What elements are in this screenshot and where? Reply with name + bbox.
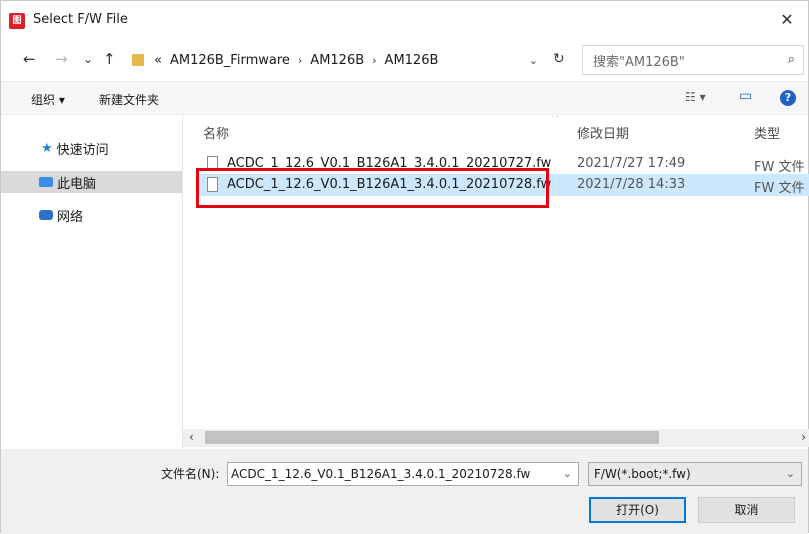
file-type-dropdown-icon[interactable]: ⌄ xyxy=(786,463,795,485)
sidebar-item-network[interactable]: 网络 xyxy=(1,204,182,226)
filename-input[interactable]: ACDC_1_12.6_V0.1_B126A1_3.4.0.1_20210728… xyxy=(227,462,579,486)
sidebar-item-quick-access[interactable]: ★ 快速访问 xyxy=(1,137,182,159)
preview-pane-icon[interactable]: ▭ xyxy=(739,88,752,104)
computer-icon xyxy=(39,177,53,187)
view-options-icon[interactable]: ☷ ▾ xyxy=(685,90,706,104)
breadcrumb-item[interactable]: AM126B xyxy=(310,53,364,68)
file-dialog: 图 Select F/W File ✕ ← → ⌄ ↑ « AM126B_Fir… xyxy=(0,0,809,534)
back-arrow-icon[interactable]: ← xyxy=(23,50,36,68)
search-placeholder: 搜索"AM126B" xyxy=(593,54,685,70)
sidebar-item-label: 网络 xyxy=(57,209,84,225)
folder-icon xyxy=(132,54,144,66)
sidebar-item-this-pc[interactable]: 此电脑 xyxy=(1,171,182,193)
file-date: 2021/7/28 14:33 xyxy=(577,177,686,192)
organize-button[interactable]: 组织 ▾ xyxy=(31,91,65,108)
file-type-select[interactable]: F/W(*.boot;*.fw) ⌄ xyxy=(588,462,802,486)
column-header-name[interactable]: 名称 xyxy=(203,123,229,142)
recent-locations-chevron-icon[interactable]: ⌄ xyxy=(83,52,93,66)
column-header-date[interactable]: 修改日期 xyxy=(577,123,629,142)
horizontal-scrollbar[interactable]: ‹ › xyxy=(183,429,809,447)
filename-dropdown-icon[interactable]: ⌄ xyxy=(563,463,572,485)
file-date: 2021/7/27 17:49 xyxy=(577,156,686,171)
breadcrumb-item[interactable]: AM126B xyxy=(385,53,439,68)
filename-label: 文件名(N): xyxy=(161,467,220,481)
scrollbar-thumb[interactable] xyxy=(205,431,659,444)
scroll-right-icon[interactable]: › xyxy=(801,430,806,444)
breadcrumb-separator[interactable]: › xyxy=(372,54,376,67)
breadcrumb: « AM126B_Firmware › AM126B › AM126B xyxy=(154,53,438,68)
file-type: FW 文件 xyxy=(754,160,805,175)
refresh-icon[interactable]: ↻ xyxy=(553,51,565,67)
sidebar-item-label: 快速访问 xyxy=(56,142,109,158)
window-title: Select F/W File xyxy=(33,12,128,27)
up-arrow-icon[interactable]: ↑ xyxy=(103,50,116,68)
breadcrumb-overflow[interactable]: « xyxy=(154,53,162,68)
dialog-footer: 文件名(N): ACDC_1_12.6_V0.1_B126A1_3.4.0.1_… xyxy=(1,449,808,534)
open-button[interactable]: 打开(O) xyxy=(589,497,686,523)
scroll-left-icon[interactable]: ‹ xyxy=(189,430,194,444)
address-dropdown-icon[interactable]: ⌄ xyxy=(529,54,538,67)
file-type-value: F/W(*.boot;*.fw) xyxy=(594,467,691,481)
close-icon[interactable]: ✕ xyxy=(776,9,798,31)
filename-value: ACDC_1_12.6_V0.1_B126A1_3.4.0.1_20210728… xyxy=(231,467,531,481)
title-bar: 图 Select F/W File ✕ xyxy=(1,1,808,39)
command-bar: 组织 ▾ 新建文件夹 ☷ ▾ ▭ ? xyxy=(1,81,808,115)
search-icon[interactable]: ⌕ xyxy=(788,52,795,67)
selection-highlight-box xyxy=(196,168,549,208)
app-icon: 图 xyxy=(9,13,25,29)
sort-ascending-icon: ^ xyxy=(551,116,560,124)
star-icon: ★ xyxy=(41,140,53,156)
new-folder-button[interactable]: 新建文件夹 xyxy=(99,91,159,108)
sidebar-item-label: 此电脑 xyxy=(57,176,97,192)
file-type: FW 文件 xyxy=(754,181,805,196)
breadcrumb-item[interactable]: AM126B_Firmware xyxy=(170,53,290,68)
help-icon[interactable]: ? xyxy=(780,90,796,106)
forward-arrow-icon[interactable]: → xyxy=(55,50,68,68)
address-bar[interactable]: « AM126B_Firmware › AM126B › AM126B ⌄ xyxy=(125,45,571,75)
navigation-pane: ★ 快速访问 此电脑 网络 xyxy=(1,116,182,449)
network-icon xyxy=(39,210,53,220)
cancel-button[interactable]: 取消 xyxy=(698,497,795,523)
file-list: ^ 名称 修改日期 类型 ACDC_1_12.6_V0.1_B126A1_3.4… xyxy=(183,116,809,429)
search-input[interactable]: 搜索"AM126B" ⌕ xyxy=(582,45,804,75)
column-header-type[interactable]: 类型 xyxy=(754,123,780,142)
breadcrumb-separator[interactable]: › xyxy=(298,54,302,67)
address-row: ← → ⌄ ↑ « AM126B_Firmware › AM126B › AM1… xyxy=(1,45,808,75)
